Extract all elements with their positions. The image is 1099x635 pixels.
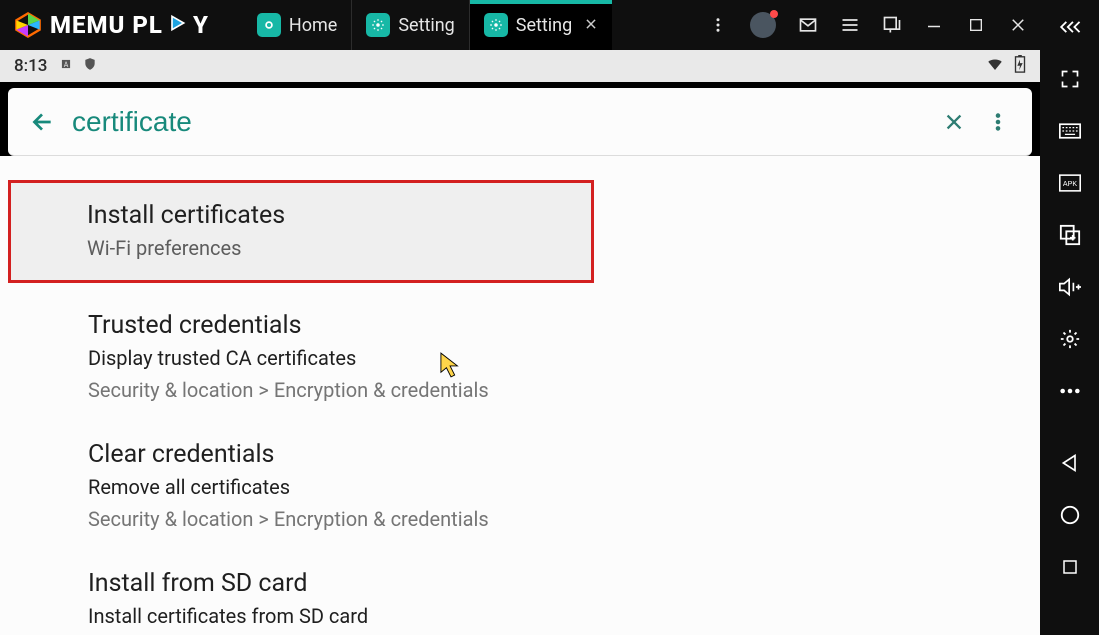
tab-settings-1[interactable]: Setting xyxy=(352,0,469,50)
popout-icon[interactable] xyxy=(882,15,902,35)
more-button[interactable] xyxy=(976,100,1020,144)
results-list: Install certificates Wi-Fi preferences T… xyxy=(0,156,1040,635)
back-button[interactable] xyxy=(20,100,64,144)
result-title: Clear credentials xyxy=(88,440,1008,469)
envelope-icon[interactable] xyxy=(798,15,818,35)
add-instance-icon[interactable] xyxy=(1059,224,1081,246)
hamburger-icon[interactable] xyxy=(840,15,860,35)
tab-label: Setting xyxy=(398,15,454,36)
result-install-certificates[interactable]: Install certificates Wi-Fi preferences xyxy=(8,180,594,283)
nav-back-icon[interactable] xyxy=(1059,452,1081,474)
collapse-icon[interactable] xyxy=(1059,16,1081,38)
nav-recent-icon[interactable] xyxy=(1059,556,1081,578)
fullscreen-icon[interactable] xyxy=(1059,68,1081,90)
tab-label: Home xyxy=(289,15,337,36)
tab-close-icon[interactable] xyxy=(584,16,598,35)
status-clock: 8:13 xyxy=(14,56,47,76)
result-title: Trusted credentials xyxy=(88,311,1008,340)
result-breadcrumb: Security & location > Encryption & crede… xyxy=(88,378,1008,402)
avatar[interactable] xyxy=(750,12,776,38)
search-header xyxy=(8,88,1032,156)
result-install-sd-card[interactable]: Install from SD card Install certificate… xyxy=(0,551,1040,635)
battery-icon xyxy=(1014,55,1026,78)
volume-up-icon[interactable] xyxy=(1059,276,1081,298)
close-icon[interactable] xyxy=(1008,15,1028,35)
keyboard-icon[interactable] xyxy=(1059,120,1081,142)
gear-icon xyxy=(484,13,508,37)
tab-label: Setting xyxy=(516,15,572,36)
result-title: Install certificates xyxy=(87,201,559,230)
svg-text:APK: APK xyxy=(1062,181,1076,188)
result-breadcrumb: Security & location > Encryption & crede… xyxy=(88,507,1008,531)
minimize-icon[interactable] xyxy=(924,15,944,35)
brand-text-2: Y xyxy=(193,11,209,39)
logo-mark-icon xyxy=(14,11,42,39)
result-subtitle: Display trusted CA certificates xyxy=(88,346,1008,370)
svg-text:A: A xyxy=(64,61,69,69)
maximize-icon[interactable] xyxy=(966,15,986,35)
wifi-icon xyxy=(986,55,1004,78)
result-trusted-credentials[interactable]: Trusted credentials Display trusted CA c… xyxy=(0,293,1040,422)
tab-settings-2[interactable]: Setting xyxy=(470,0,612,50)
status-icon-1: A xyxy=(59,56,73,76)
result-subtitle: Remove all certificates xyxy=(88,475,1008,499)
tab-home[interactable]: Home xyxy=(243,0,352,50)
search-input[interactable] xyxy=(72,106,932,138)
brand-text-1: MEMU PL xyxy=(50,11,163,39)
more-horiz-icon[interactable] xyxy=(1059,380,1081,402)
apk-icon[interactable]: APK xyxy=(1059,172,1081,194)
nav-home-icon[interactable] xyxy=(1059,504,1081,526)
gear-icon xyxy=(366,13,390,37)
settings-gear-icon[interactable] xyxy=(1059,328,1081,350)
home-icon xyxy=(257,13,281,37)
clear-button[interactable] xyxy=(932,100,976,144)
kebab-menu-icon[interactable] xyxy=(708,15,728,35)
play-arrow-icon xyxy=(167,11,187,39)
result-subtitle: Install certificates from SD card xyxy=(88,604,1008,628)
shield-icon xyxy=(83,56,97,76)
memu-logo: MEMU PL Y xyxy=(0,0,223,50)
result-title: Install from SD card xyxy=(88,569,1008,598)
result-subtitle: Wi-Fi preferences xyxy=(87,236,559,260)
result-clear-credentials[interactable]: Clear credentials Remove all certificate… xyxy=(0,422,1040,551)
